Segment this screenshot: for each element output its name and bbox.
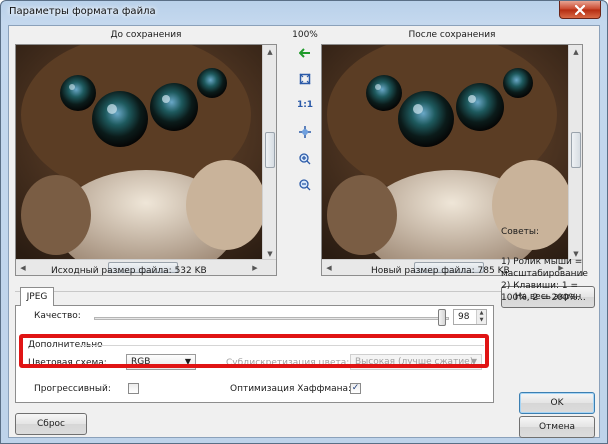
tab-jpeg[interactable]: JPEG bbox=[20, 287, 54, 306]
after-save-label: После сохранения bbox=[408, 30, 496, 40]
advanced-group-line bbox=[80, 345, 484, 346]
quality-slider-thumb[interactable] bbox=[437, 309, 446, 326]
before-save-label: До сохранения bbox=[110, 30, 182, 40]
new-size-label: Новый размер файла: 785 KB bbox=[371, 266, 510, 276]
progressive-label: Прогрессивный: bbox=[34, 384, 111, 394]
scroll-left-arrow-icon[interactable]: ◀ bbox=[17, 262, 29, 274]
cancel-button[interactable]: Отмена bbox=[519, 416, 595, 438]
back-arrow-icon[interactable] bbox=[296, 44, 314, 62]
quality-value: 98 bbox=[458, 312, 470, 322]
tip-item: 2) Клавиши: 1 = 100%, 2 = 200%... bbox=[501, 281, 586, 303]
close-icon bbox=[575, 4, 585, 15]
scroll-up-arrow-icon[interactable]: ▲ bbox=[570, 46, 582, 58]
scroll-left-arrow-icon[interactable]: ◀ bbox=[323, 262, 335, 274]
zoom-in-icon[interactable] bbox=[296, 150, 314, 168]
dropdown-arrow-icon: ▼ bbox=[470, 357, 477, 366]
file-format-options-window: Параметры формата файла До сохранения ▲ … bbox=[0, 0, 608, 444]
dropdown-arrow-icon: ▼ bbox=[184, 357, 191, 366]
pan-icon[interactable] bbox=[296, 123, 314, 141]
before-vertical-thumb[interactable] bbox=[265, 132, 275, 168]
spin-arrows-icon[interactable]: ▲ ▼ bbox=[476, 310, 486, 324]
before-preview-pane[interactable]: ▲ ▼ ◀ ▶ bbox=[15, 44, 277, 276]
quality-label: Качество: bbox=[34, 311, 81, 321]
before-vertical-scrollbar[interactable]: ▲ ▼ bbox=[262, 45, 276, 261]
tips-panel: Советы: 1) Ролик мыши = масштабирование … bbox=[501, 226, 593, 304]
zoom-out-icon[interactable] bbox=[296, 176, 314, 194]
quality-spinbox[interactable]: 98 ▲ ▼ bbox=[453, 309, 487, 325]
color-scheme-select[interactable]: RGB ▼ bbox=[126, 354, 196, 370]
close-button[interactable] bbox=[559, 1, 601, 19]
huffman-checkbox[interactable]: ✓ bbox=[350, 383, 361, 394]
subsampling-label: Субдискретизация цвета: bbox=[226, 358, 350, 368]
progressive-checkbox[interactable] bbox=[128, 383, 139, 394]
scroll-up-arrow-icon[interactable]: ▲ bbox=[264, 46, 276, 58]
huffman-label: Оптимизация Хаффмана: bbox=[230, 384, 352, 394]
original-size-label: Исходный размер файла: 532 KB bbox=[51, 266, 207, 276]
dialog-client-area: До сохранения ▲ ▼ ◀ ▶ Исходный размер фа… bbox=[8, 25, 600, 438]
color-scheme-value: RGB bbox=[131, 357, 151, 367]
reset-button[interactable]: Сброс bbox=[15, 413, 87, 435]
subsampling-select[interactable]: Высокая (лучше сжатие) ▼ bbox=[350, 354, 482, 370]
window-title: Параметры формата файла bbox=[9, 6, 156, 17]
before-preview-image bbox=[16, 45, 276, 259]
tips-title: Советы: bbox=[501, 227, 540, 237]
after-vertical-thumb[interactable] bbox=[571, 132, 581, 168]
color-scheme-label: Цветовая схема: bbox=[28, 358, 107, 368]
actual-size-icon[interactable]: 1:1 bbox=[296, 96, 314, 114]
ok-button[interactable]: OK bbox=[519, 392, 595, 414]
subsampling-value: Высокая (лучше сжатие) bbox=[355, 357, 474, 367]
jpeg-options-panel: Качество: 98 ▲ ▼ Дополнительно Цветовая с… bbox=[15, 305, 494, 403]
quality-slider-track[interactable] bbox=[94, 317, 449, 320]
scroll-right-arrow-icon[interactable]: ▶ bbox=[249, 262, 261, 274]
fit-to-window-icon[interactable] bbox=[296, 70, 314, 88]
zoom-percent: 100% bbox=[292, 30, 318, 40]
title-bar[interactable]: Параметры формата файла bbox=[1, 1, 607, 25]
tip-item: 1) Ролик мыши = масштабирование bbox=[501, 257, 588, 279]
